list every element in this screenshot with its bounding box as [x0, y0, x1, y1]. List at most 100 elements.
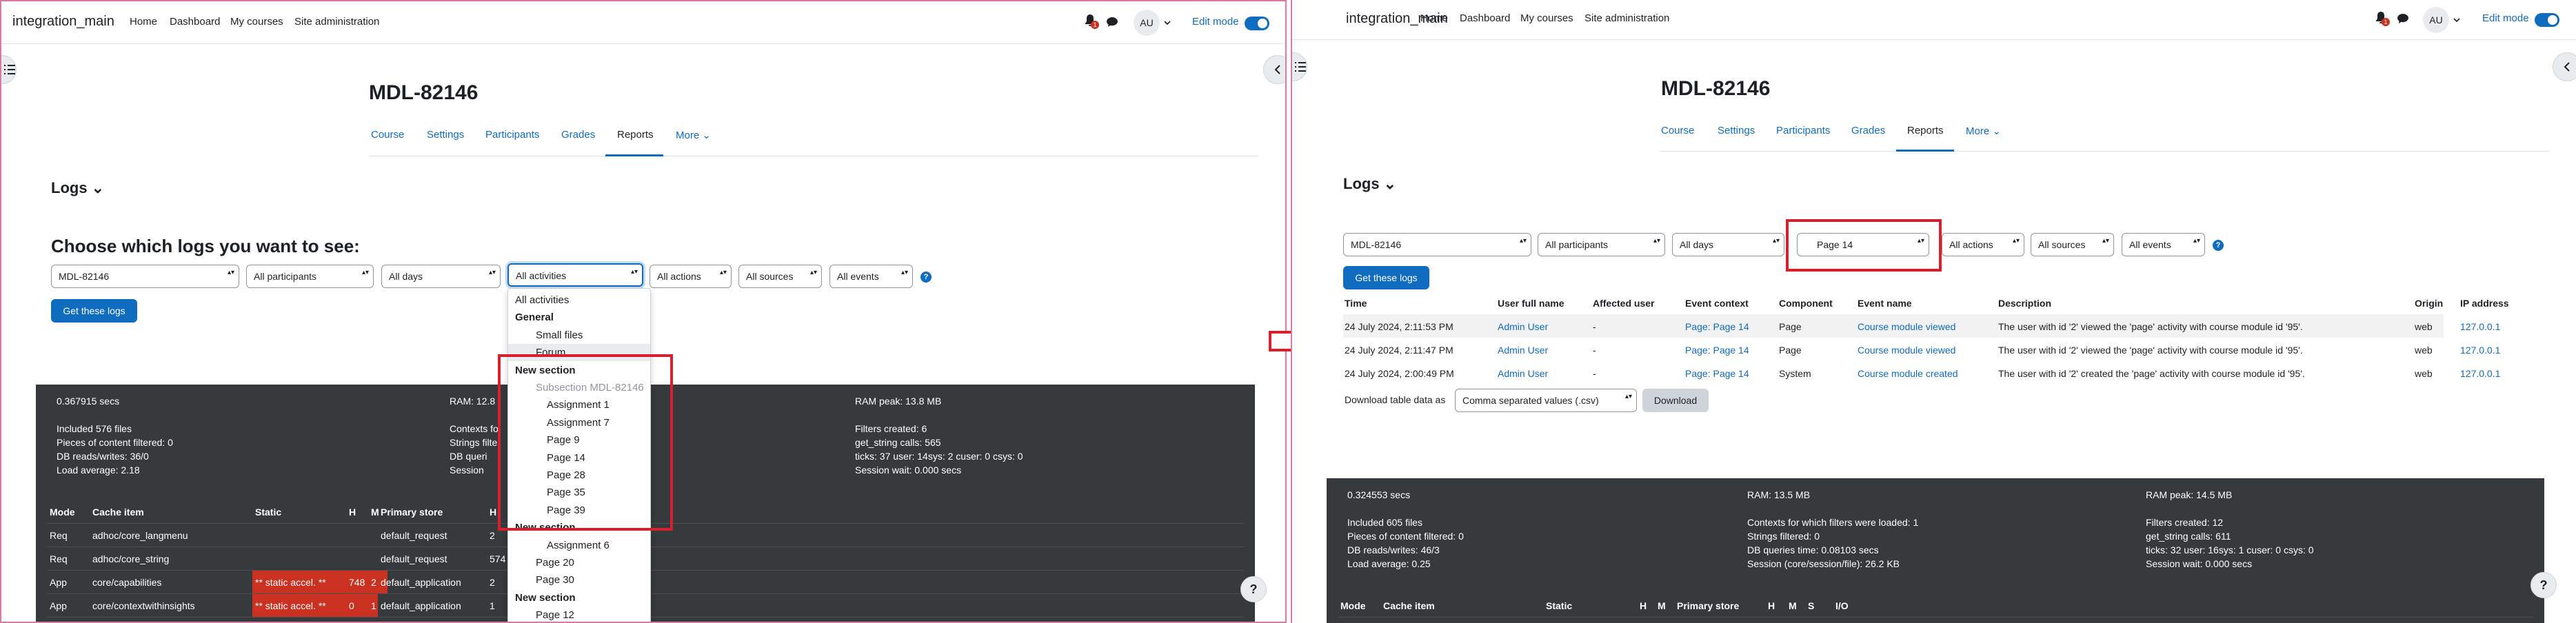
- chat-icon[interactable]: [1106, 17, 1118, 28]
- dropdown-option[interactable]: Assignment 1: [508, 396, 650, 413]
- nav-my-courses[interactable]: My courses: [1520, 12, 1573, 24]
- column-header: Primary store: [381, 507, 443, 518]
- nav-dashboard[interactable]: Dashboard: [1460, 12, 1510, 24]
- block-drawer-button[interactable]: [1263, 55, 1285, 84]
- column-header: H: [349, 507, 356, 518]
- log-link[interactable]: 127.0.0.1: [2460, 321, 2500, 332]
- table-cell: adhoc/core_langmenu: [92, 530, 188, 541]
- logs-heading[interactable]: Logs ⌄: [51, 179, 104, 197]
- dropdown-option[interactable]: Assignment 7: [508, 414, 650, 431]
- log-cell: -: [1593, 345, 1596, 356]
- dropdown-option[interactable]: Page 14: [508, 449, 650, 467]
- help-icon[interactable]: ?: [2213, 240, 2224, 251]
- dropdown-option[interactable]: Page 20: [508, 554, 650, 571]
- course-select[interactable]: MDL-82146: [51, 265, 239, 288]
- tab-settings[interactable]: Settings: [427, 129, 464, 141]
- download-button[interactable]: Download: [1642, 389, 1709, 412]
- tab-reports[interactable]: Reports: [617, 129, 654, 141]
- tab-grades[interactable]: Grades: [1851, 125, 1885, 136]
- list-icon: [4, 65, 15, 74]
- perf-line: Included 605 files: [1347, 517, 1422, 528]
- column-header: H: [490, 507, 497, 518]
- log-cell: 24 July 2024, 2:11:47 PM: [1345, 345, 1453, 356]
- activities-select[interactable]: Page 14: [1797, 233, 1929, 256]
- sources-select[interactable]: All sources: [2031, 233, 2114, 256]
- activities-select[interactable]: All activities: [507, 263, 643, 287]
- log-link[interactable]: Course module created: [1858, 368, 1958, 379]
- participants-select[interactable]: All participants: [1538, 233, 1665, 256]
- dropdown-option[interactable]: All activities: [508, 292, 650, 309]
- log-column-header: User full name: [1498, 298, 1564, 309]
- chevron-down-icon[interactable]: [2453, 17, 2460, 23]
- log-cell: Page: [1779, 321, 1802, 332]
- days-select[interactable]: All days: [1672, 233, 1784, 256]
- download-format-select[interactable]: Comma separated values (.csv): [1455, 389, 1637, 412]
- user-avatar[interactable]: AU: [1134, 10, 1160, 36]
- tab-course[interactable]: Course: [371, 129, 404, 141]
- tab-more[interactable]: More ⌄: [1966, 125, 2001, 137]
- block-drawer-button[interactable]: [2553, 52, 2576, 81]
- nav-home[interactable]: Home: [1420, 12, 1448, 24]
- dropdown-option[interactable]: Assignment 6: [508, 537, 650, 554]
- nav-my-courses[interactable]: My courses: [230, 16, 283, 28]
- edit-mode-label: Edit mode: [1192, 16, 1239, 28]
- get-these-logs-button[interactable]: Get these logs: [51, 299, 137, 323]
- chat-icon[interactable]: [2397, 13, 2409, 24]
- activities-dropdown-menu[interactable]: All activities General Small files Forum New…: [507, 288, 651, 622]
- log-link[interactable]: 127.0.0.1: [2460, 368, 2500, 379]
- log-link[interactable]: Page: Page 14: [1685, 321, 1749, 332]
- days-select[interactable]: All days: [381, 265, 501, 288]
- tab-settings[interactable]: Settings: [1718, 125, 1755, 136]
- edit-mode-toggle[interactable]: [1245, 17, 1269, 30]
- tab-course[interactable]: Course: [1661, 125, 1694, 136]
- dropdown-option[interactable]: Page 35: [508, 484, 650, 501]
- log-link[interactable]: Page: Page 14: [1685, 345, 1749, 356]
- dropdown-option[interactable]: Forum: [508, 344, 650, 362]
- help-icon[interactable]: ?: [920, 272, 932, 283]
- tab-reports[interactable]: Reports: [1907, 125, 1944, 136]
- log-link[interactable]: Course module viewed: [1858, 321, 1955, 332]
- log-link[interactable]: Admin User: [1498, 368, 1548, 379]
- log-link[interactable]: Page: Page 14: [1685, 368, 1749, 379]
- site-brand[interactable]: integration_main: [12, 14, 114, 30]
- nav-site-administration[interactable]: Site administration: [1584, 12, 1669, 24]
- nav-site-administration[interactable]: Site administration: [294, 16, 379, 28]
- log-column-header: Description: [1998, 298, 2052, 309]
- tab-grades[interactable]: Grades: [561, 129, 595, 141]
- column-header: Primary store: [1677, 600, 1740, 611]
- dropdown-option[interactable]: Page 39: [508, 502, 650, 519]
- dropdown-option[interactable]: Page 9: [508, 431, 650, 449]
- help-question-button[interactable]: ?: [1240, 576, 1267, 602]
- log-link[interactable]: Admin User: [1498, 345, 1548, 356]
- dropdown-option[interactable]: Small files: [508, 327, 650, 344]
- tab-participants[interactable]: Participants: [1776, 125, 1830, 136]
- log-cell: -: [1593, 321, 1596, 332]
- course-index-drawer-button[interactable]: [1, 55, 17, 84]
- nav-dashboard[interactable]: Dashboard: [170, 16, 220, 28]
- sources-select[interactable]: All sources: [738, 265, 822, 288]
- log-link[interactable]: Course module viewed: [1858, 345, 1955, 356]
- chevron-down-icon[interactable]: [1164, 19, 1171, 26]
- events-select[interactable]: All events: [2122, 233, 2205, 256]
- edit-mode-toggle[interactable]: [2535, 13, 2559, 27]
- log-link[interactable]: 127.0.0.1: [2460, 345, 2500, 356]
- logs-heading[interactable]: Logs ⌄: [1343, 175, 1396, 193]
- chevron-left-icon: [2564, 62, 2570, 72]
- perf-line: Session (core/session/file): 26.2 KB: [1747, 558, 1900, 569]
- actions-select[interactable]: All actions: [1942, 233, 2024, 256]
- user-avatar[interactable]: AU: [2423, 7, 2449, 33]
- get-these-logs-button[interactable]: Get these logs: [1343, 266, 1429, 289]
- course-select[interactable]: MDL-82146: [1343, 233, 1531, 256]
- tab-participants[interactable]: Participants: [485, 129, 539, 141]
- nav-home[interactable]: Home: [130, 16, 157, 28]
- help-question-button[interactable]: ?: [2530, 572, 2557, 598]
- dropdown-option[interactable]: Page 12: [508, 606, 650, 622]
- actions-select[interactable]: All actions: [650, 265, 732, 288]
- dropdown-option[interactable]: Page 28: [508, 467, 650, 484]
- log-link[interactable]: Admin User: [1498, 321, 1548, 332]
- events-select[interactable]: All events: [829, 265, 913, 288]
- tab-more[interactable]: More ⌄: [676, 129, 711, 141]
- course-index-drawer-button[interactable]: [1292, 52, 1307, 81]
- dropdown-option[interactable]: Page 30: [508, 571, 650, 589]
- participants-select[interactable]: All participants: [246, 265, 374, 288]
